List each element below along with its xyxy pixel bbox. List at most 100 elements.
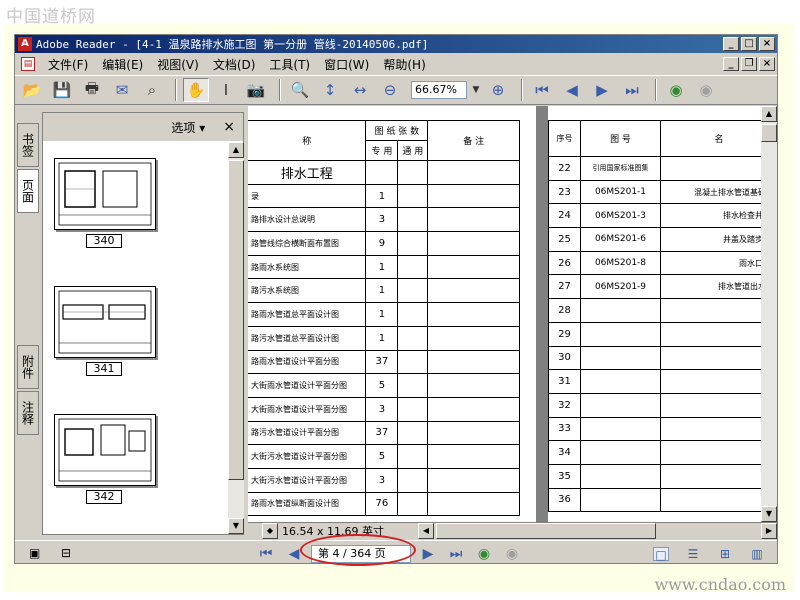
table-row: 路排水设计总说明 3 [248,207,520,233]
menu-window[interactable]: 窗口(W) [317,56,376,73]
scroll-left-button[interactable]: ◀ [418,523,434,539]
document-view: 称 图 纸 张 数 备 注 专 用 通 用 排水工程 录1 路排水设计总说明 3 … [248,106,777,522]
thumbnail-scrollbar[interactable]: ▲ ▼ [228,142,244,534]
panel-header: 选项 ▾ × [43,113,243,141]
table-row: 路污水管道设计平面分图 37 [248,420,520,446]
continuous-facing-view-icon[interactable]: ▥ [749,547,765,561]
zoom-in-icon[interactable]: ⊕ [485,78,511,102]
tab-bookmarks[interactable]: 书签 [17,123,39,167]
zoom-level-field[interactable]: 66.67% [411,81,467,99]
menu-help[interactable]: 帮助(H) [376,56,432,73]
go-back-icon[interactable]: ◉ [473,546,495,562]
panel-toggle-icon[interactable]: ▣ [29,546,40,560]
continuous-view-icon[interactable]: ☰ [685,547,701,561]
table-row: 31 [548,369,777,394]
close-button[interactable]: × [759,37,775,51]
adobe-reader-icon: A [18,37,32,51]
drawing-preview [58,290,152,354]
tab-pages[interactable]: 页面 [17,169,39,213]
scroll-up-button[interactable]: ▲ [761,106,777,122]
minimize-button[interactable]: _ [723,37,739,51]
go-forward-icon[interactable]: ◉ [693,78,719,102]
col-header-remark: 备 注 [427,120,520,161]
zoom-dropdown-icon[interactable]: ▼ [471,78,481,102]
menu-view[interactable]: 视图(V) [150,56,206,73]
drawing-preview [58,162,152,226]
previous-page-icon[interactable]: ◀ [559,78,585,102]
horizontal-scrollbar[interactable]: ◆ 16.54 x 11.69 英寸 ◀ ▶ [248,522,777,539]
doc-minimize-button[interactable]: _ [723,57,739,71]
col-header-name: 称 [248,120,367,161]
col-header-dedicated: 专 用 [365,140,399,161]
open-folder-icon[interactable]: 📂 [19,78,45,102]
save-icon[interactable]: 💾 [49,78,75,102]
scroll-right-button[interactable]: ▶ [761,523,777,539]
drawing-preview [58,418,152,482]
go-back-icon[interactable]: ◉ [663,78,689,102]
thumbnail-page-number: 340 [86,234,122,248]
col-header-general: 通 用 [397,140,429,161]
table-row: 23 06MS201-1 混凝土排水管道基础及 [548,179,777,205]
document-icon[interactable]: ▤ [21,57,35,71]
next-page-icon[interactable]: ▶ [417,546,439,562]
menu-file[interactable]: 文件(F) [41,56,95,73]
scroll-thumb[interactable] [228,160,244,480]
doc-close-button[interactable]: × [759,57,775,71]
scroll-thumb[interactable] [436,523,656,539]
menu-document[interactable]: 文档(D) [206,56,263,73]
previous-page-icon[interactable]: ◀ [283,546,305,562]
scroll-down-button[interactable]: ▼ [761,506,777,522]
first-page-icon[interactable]: ⏮ [255,546,277,562]
document-page-left: 称 图 纸 张 数 备 注 专 用 通 用 排水工程 录1 路排水设计总说明 3 … [248,106,536,522]
tab-attachments[interactable]: 附件 [17,345,39,389]
section-title: 排水工程 [248,160,367,185]
menu-edit[interactable]: 编辑(E) [95,56,150,73]
toolbar: 📂 💾 🖶 ✉ ⌕ ✋ I 📷 🔍 ↕ ↔ ⊖ 66.67% ▼ ⊕ ⏮ ◀ ▶… [15,75,777,105]
next-page-icon[interactable]: ▶ [589,78,615,102]
doc-restore-button[interactable]: ❐ [741,57,757,71]
col-header-drawing-no: 图 号 [580,120,661,157]
select-text-icon[interactable]: I [213,78,239,102]
single-page-view-icon[interactable]: □ [653,547,669,562]
scroll-up-button[interactable]: ▲ [228,142,244,158]
table-row: 路雨水系统图 1 [248,254,520,280]
options-menu[interactable]: 选项 ▾ [171,119,205,136]
last-page-icon[interactable]: ⏭ [619,78,645,102]
table-row: 30 [548,345,777,371]
go-forward-icon[interactable]: ◉ [501,546,523,562]
page-thumbnail[interactable] [54,414,156,486]
document-scrollbar[interactable]: ▲ ▼ [761,106,777,522]
hand-tool-icon[interactable]: ✋ [183,78,209,102]
email-icon[interactable]: ✉ [109,78,135,102]
print-icon[interactable]: 🖶 [79,78,105,102]
scroll-thumb[interactable] [761,124,777,142]
table-row: 大街雨水管道设计平面分图 5 [248,373,520,398]
page-thumbnail[interactable] [54,286,156,358]
drawing-index-table-right: 序号 图 号 名 22 引用国家标准图集 23 06MS201-1 混凝土排水管道基础… [548,120,777,513]
table-row: 27 06MS201-9 排水管道出水口 [548,274,777,300]
zoom-out-icon[interactable]: ⊖ [377,78,403,102]
page-number-field[interactable]: 第 4 / 364 页 [311,545,411,563]
last-page-icon[interactable]: ⏭ [445,546,467,562]
fit-height-icon[interactable]: ↕ [317,78,343,102]
first-page-icon[interactable]: ⏮ [529,78,555,102]
document-page-right: 序号 图 号 名 22 引用国家标准图集 23 06MS201-1 混凝土排水管道基础… [548,106,777,522]
scroll-down-button[interactable]: ▼ [228,518,244,534]
facing-view-icon[interactable]: ⊞ [717,547,733,561]
fit-width-icon[interactable]: ↔ [347,78,373,102]
table-row: 33 [548,416,777,442]
table-row: 32 [548,392,777,418]
page-thumbnail[interactable] [54,158,156,230]
split-icon[interactable]: ◆ [262,523,278,539]
minimize-panel-icon[interactable]: ⊟ [61,546,71,560]
maximize-button[interactable]: □ [741,37,757,51]
thumbnail-page-number: 341 [86,362,122,376]
snapshot-icon[interactable]: 📷 [243,78,269,102]
panel-close-icon[interactable]: × [223,119,235,135]
tab-comments[interactable]: 注释 [17,391,39,435]
thumbnail-list: 340 341 342 [43,142,227,534]
menu-tools[interactable]: 工具(T) [262,56,317,73]
find-binoculars-icon[interactable]: ⌕ [139,78,165,102]
table-row: 大街污水管道设计平面分图 3 [248,467,520,493]
zoom-tool-icon[interactable]: 🔍 [287,78,313,102]
